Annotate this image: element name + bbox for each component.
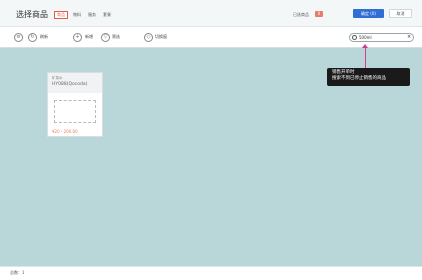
search-icon: [352, 35, 357, 40]
tab-materials[interactable]: 物料: [71, 11, 83, 19]
footer-bar: [0, 266, 422, 280]
product-name: HY088(Qocoda): [52, 82, 88, 87]
selected-goods-label[interactable]: 已选商品: [293, 12, 309, 18]
selected-count-badge: 0: [315, 11, 323, 17]
filter-icon[interactable]: ▽: [101, 33, 110, 42]
window-switch-label[interactable]: 切换窗: [155, 34, 167, 40]
filter-label[interactable]: 筛选: [112, 34, 120, 40]
list-icon[interactable]: ≡: [14, 33, 23, 42]
refresh-icon[interactable]: ↻: [28, 33, 37, 42]
tooltip-arrow-line: [365, 46, 366, 68]
page-title: 选择商品: [16, 10, 48, 19]
product-category: 矿泉水: [52, 76, 63, 80]
product-image-placeholder: [54, 100, 96, 123]
tab-packages[interactable]: 套餐: [101, 11, 113, 19]
product-price: ¥20 - 200.00: [52, 129, 78, 134]
tooltip-line-2: 搜索不到已停止销售的商品: [332, 76, 386, 81]
cancel-button[interactable]: 取消: [389, 9, 412, 18]
window-switch-icon[interactable]: ◇: [144, 33, 153, 42]
add-label[interactable]: 新增: [85, 34, 93, 40]
total-count: 总数：1: [10, 270, 25, 275]
tab-goods[interactable]: 商品: [54, 11, 68, 19]
confirm-button[interactable]: 确定 (0): [353, 9, 384, 18]
product-card[interactable]: 矿泉水 HY088(Qocoda) ¥20 - 200.00: [47, 72, 103, 137]
search-input[interactable]: [359, 34, 403, 41]
tooltip: 销售开单时 搜索不到已停止销售的商品: [327, 68, 410, 86]
tab-services[interactable]: 服务: [86, 11, 98, 19]
refresh-label[interactable]: 刷新: [40, 34, 48, 40]
add-icon[interactable]: +: [73, 33, 82, 42]
clear-icon[interactable]: ×: [407, 34, 411, 41]
